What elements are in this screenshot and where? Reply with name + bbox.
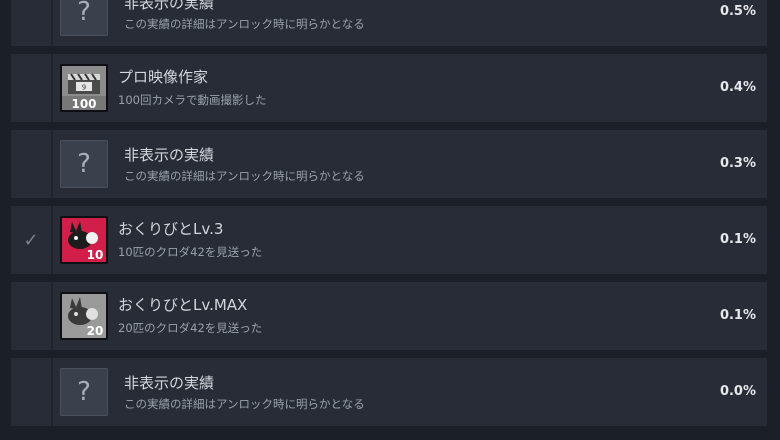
achievement-row[interactable]: 9 100 プロ映像作家 100回カメラで動画撮影した 0.4% <box>11 54 767 122</box>
unlock-percentage: 0.1% <box>719 232 756 247</box>
achievement-row[interactable]: ✓ 10 おくりびとLv.3 10匹のクロダ42を見送った 0.1% <box>11 206 767 274</box>
achievement-row[interactable]: ? 非表示の実績 この実績の詳細はアンロック時に明らかとなる 0.3% <box>11 130 767 198</box>
achievement-description: 20匹のクロダ42を見送った <box>118 321 263 335</box>
unlock-percentage: 0.5% <box>719 4 756 19</box>
achievement-title: 非表示の実績 <box>124 146 215 164</box>
achievement-row[interactable]: 20 おくりびとLv.MAX 20匹のクロダ42を見送った 0.1% <box>11 282 767 350</box>
achievement-list: ? 非表示の実績 この実績の詳細はアンロック時に明らかとなる 0.5% 9 10… <box>0 0 780 440</box>
achievement-description: この実績の詳細はアンロック時に明らかとなる <box>124 17 365 31</box>
question-mark-icon: ? <box>60 0 108 36</box>
achievement-description: 10匹のクロダ42を見送った <box>118 245 263 259</box>
achievement-title: プロ映像作家 <box>118 68 209 86</box>
unlock-percentage: 0.4% <box>719 80 756 95</box>
clapperboard-icon: 9 100 <box>60 64 108 112</box>
achievement-row[interactable]: ? 非表示の実績 この実績の詳細はアンロック時に明らかとなる 0.0% <box>11 358 767 426</box>
achievement-title: おくりびとLv.3 <box>118 220 224 238</box>
unlock-percentage: 0.1% <box>719 308 756 323</box>
svg-text:10: 10 <box>87 248 104 262</box>
achievement-description: この実績の詳細はアンロック時に明らかとなる <box>124 397 365 411</box>
unlock-percentage: 0.0% <box>719 384 756 399</box>
checkmark-icon: ✓ <box>23 229 39 251</box>
rabbit-creature-icon: 10 <box>60 216 108 264</box>
rabbit-creature-icon: 20 <box>60 292 108 340</box>
svg-text:20: 20 <box>87 324 104 338</box>
achievement-description: 100回カメラで動画撮影した <box>118 93 267 107</box>
achievement-title: 非表示の実績 <box>124 374 215 392</box>
svg-text:100: 100 <box>71 97 96 110</box>
question-mark-icon: ? <box>60 368 108 416</box>
achievement-row[interactable]: ? 非表示の実績 この実績の詳細はアンロック時に明らかとなる 0.5% <box>11 0 767 46</box>
svg-text:9: 9 <box>82 84 86 92</box>
achievement-title: 非表示の実績 <box>124 0 215 12</box>
achievement-description: この実績の詳細はアンロック時に明らかとなる <box>124 169 365 183</box>
achievement-title: おくりびとLv.MAX <box>118 296 248 314</box>
unlock-percentage: 0.3% <box>719 156 756 171</box>
question-mark-icon: ? <box>60 140 108 188</box>
